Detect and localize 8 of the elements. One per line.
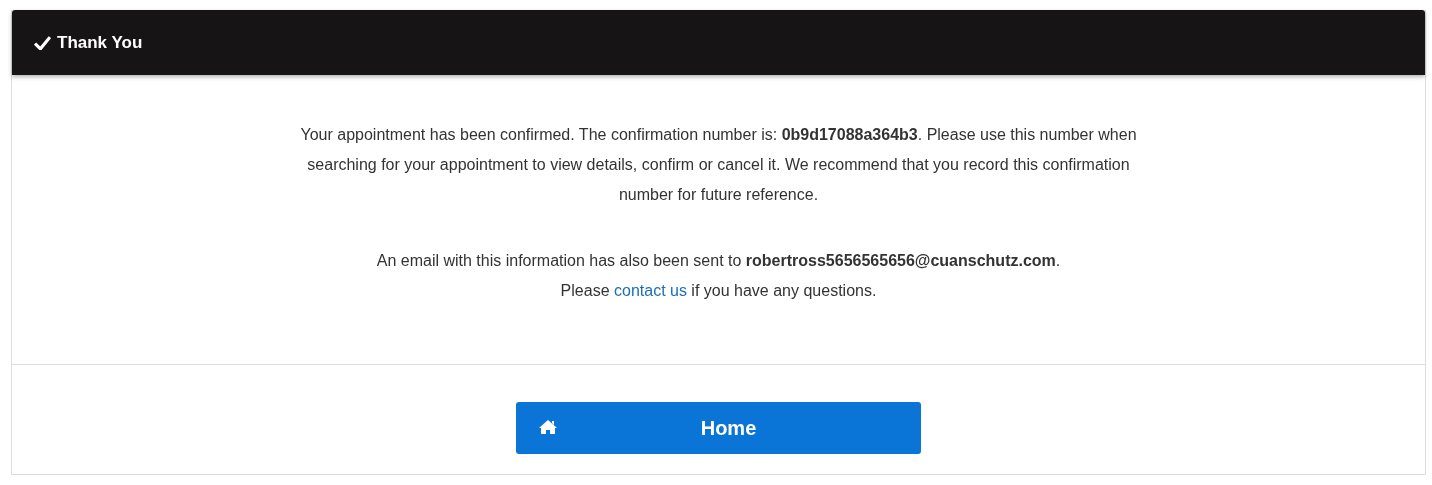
- home-button[interactable]: Home: [516, 402, 921, 454]
- checkmark-icon: [34, 35, 51, 50]
- contact-link[interactable]: contact us: [614, 282, 687, 299]
- contact-sentence: Please contact us if you have any questions.: [559, 281, 878, 301]
- confirmation-message: Your appointment has been confirmed. The confirmation number is: 0b9d17088a364b3. Please use this number when searching for your appointment to view details, confirm or cancel it. We recommend that you record this confirmation number for future reference.: [299, 125, 1138, 205]
- panel-title: Thank You: [57, 32, 143, 53]
- email-notice: An email with this information has also been sent to robertross5656565656@cuanschutz.com.: [375, 251, 1062, 271]
- home-icon: [538, 419, 558, 435]
